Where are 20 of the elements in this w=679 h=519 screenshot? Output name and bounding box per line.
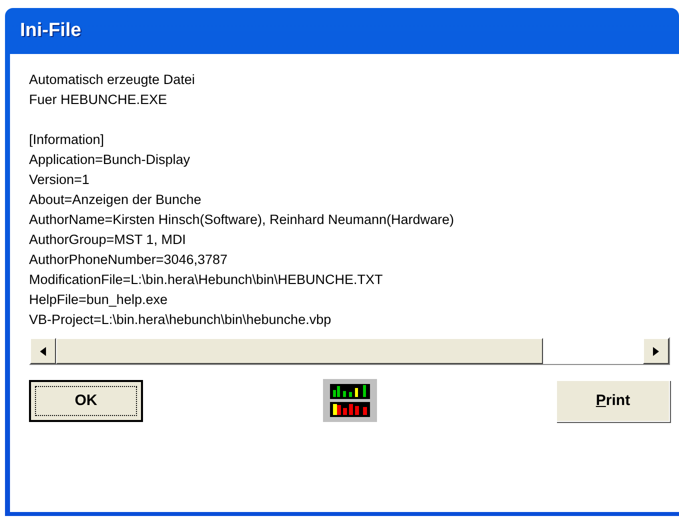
ini-line: About=Anzeigen der Bunche [29, 191, 202, 209]
ini-line: Fuer HEBUNCHE.EXE [29, 91, 168, 109]
ini-line: AuthorPhoneNumber=3046,3787 [29, 251, 229, 269]
ini-line: VB-Project=L:\bin.hera\hebunch\bin\hebunche.vbp [29, 311, 332, 329]
left-arrow-icon[interactable] [40, 346, 46, 356]
ini-line: Application=Bunch-Display [29, 151, 191, 169]
horizontal-scrollbar[interactable] [29, 337, 670, 365]
ini-line: HelpFile=bun_help.exe [29, 291, 168, 309]
window-title: Ini-File [19, 19, 82, 43]
ini-line: Automatisch erzeugte Datei [29, 71, 196, 89]
scrollbar-thumb[interactable] [56, 338, 543, 364]
ini-line: [Information] [29, 131, 106, 149]
ok-button[interactable]: OK [29, 380, 143, 422]
print-button[interactable]: Print [556, 380, 670, 422]
ini-line: ModificationFile=L:\bin.hera\Hebunch\bin\HEBUNCHE.TXT [29, 271, 384, 289]
level-meter-icon [322, 379, 376, 422]
right-arrow-icon[interactable] [653, 346, 659, 356]
ini-line: AuthorGroup=MST 1, MDI [29, 231, 187, 249]
ini-line: AuthorName=Kirsten Hinsch(Software), Reinhard Neumann(Hardware) [29, 211, 456, 229]
ini-line: Version=1 [29, 171, 90, 189]
